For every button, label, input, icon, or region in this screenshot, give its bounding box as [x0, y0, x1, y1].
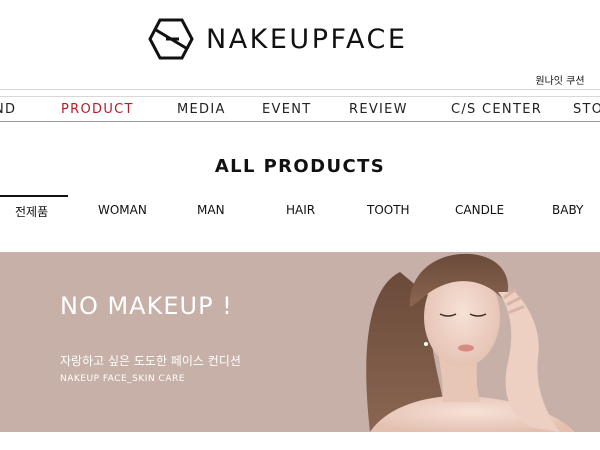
model-photo: [366, 253, 575, 432]
page-title: ALL PRODUCTS: [214, 156, 386, 177]
banner-tagline: NAKEUP FACE_SKIN CARE: [60, 374, 185, 384]
nav-item-product[interactable]: PRODUCT: [61, 102, 134, 117]
main-nav: ND PRODUCT MEDIA EVENT REVIEW C/S CENTER…: [0, 96, 600, 122]
brand-name: NAKEUPFACE: [206, 23, 408, 55]
nav-item-cs-center[interactable]: C/S CENTER: [451, 102, 542, 117]
nav-item-store[interactable]: STO: [573, 102, 600, 117]
active-tab-indicator: [0, 195, 68, 197]
coupon-link[interactable]: 원나잇 쿠션: [520, 76, 600, 90]
nav-item-media[interactable]: MEDIA: [177, 102, 226, 117]
logo-mark-icon: [148, 18, 194, 60]
tab-tooth[interactable]: TOOTH: [367, 203, 410, 217]
tab-hair[interactable]: HAIR: [286, 203, 315, 217]
nav-item-review[interactable]: REVIEW: [349, 102, 408, 117]
tab-baby[interactable]: BABY: [552, 203, 583, 217]
category-tabs: 전제품 WOMAN MAN HAIR TOOTH CANDLE BABY: [0, 195, 600, 227]
tab-all-products[interactable]: 전제품: [15, 203, 48, 220]
tab-man[interactable]: MAN: [197, 203, 225, 217]
brand-logo[interactable]: NAKEUPFACE: [148, 18, 407, 60]
site-header: NAKEUPFACE 원나잇 쿠션: [0, 0, 600, 96]
nav-item-event[interactable]: EVENT: [262, 102, 312, 117]
tab-woman[interactable]: WOMAN: [98, 203, 147, 217]
banner-title: NO MAKEUP !: [60, 292, 233, 320]
promo-banner[interactable]: NO MAKEUP ! 자랑하고 싶은 도도한 페이스 컨디션 NAKEUP F…: [0, 252, 600, 432]
tab-candle[interactable]: CANDLE: [455, 203, 504, 217]
nav-item-brand[interactable]: ND: [0, 102, 16, 117]
banner-subtitle: 자랑하고 싶은 도도한 페이스 컨디션: [60, 354, 241, 368]
header-divider: [0, 89, 600, 90]
content-spacer: [0, 432, 600, 450]
